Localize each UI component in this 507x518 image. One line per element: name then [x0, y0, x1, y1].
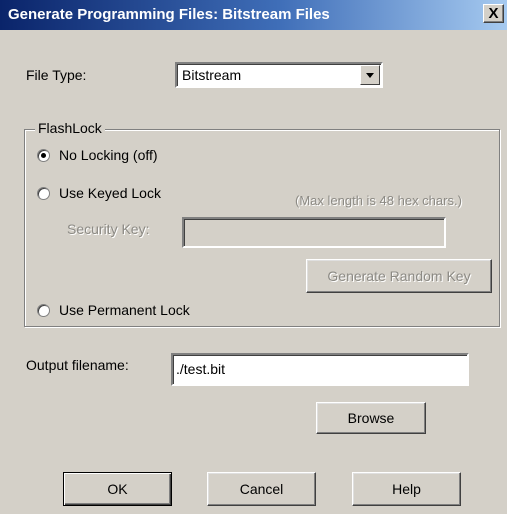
output-filename-value: ./test.bit	[176, 361, 226, 377]
window-title: Generate Programming Files: Bitstream Fi…	[8, 6, 330, 23]
radio-permanent-lock-label[interactable]: Use Permanent Lock	[59, 302, 190, 318]
max-length-note: (Max length is 48 hex chars.)	[295, 193, 462, 208]
security-key-input[interactable]	[182, 217, 446, 248]
output-filename-input[interactable]: ./test.bit	[171, 353, 469, 386]
radio-no-locking[interactable]	[37, 149, 50, 162]
radio-keyed-lock[interactable]	[37, 187, 50, 200]
title-bar[interactable]: Generate Programming Files: Bitstream Fi…	[0, 0, 507, 30]
help-button[interactable]: Help	[352, 472, 461, 506]
close-button[interactable]: X	[483, 4, 504, 23]
help-button-label: Help	[392, 481, 421, 497]
radio-no-locking-label[interactable]: No Locking (off)	[59, 147, 158, 163]
generate-random-key-label: Generate Random Key	[327, 268, 471, 284]
browse-button-label: Browse	[347, 410, 395, 426]
ok-button-label: OK	[107, 481, 128, 497]
file-type-value: Bitstream	[182, 67, 242, 83]
window-bottom-edge	[0, 514, 507, 518]
cancel-button[interactable]: Cancel	[207, 472, 316, 506]
file-type-dropdown[interactable]: Bitstream	[175, 62, 383, 88]
close-icon: X	[488, 5, 499, 22]
file-type-label: File Type:	[26, 67, 87, 83]
browse-button[interactable]: Browse	[316, 402, 426, 434]
security-key-label: Security Key:	[67, 221, 150, 237]
dialog-window: Generate Programming Files: Bitstream Fi…	[0, 0, 507, 518]
ok-button[interactable]: OK	[63, 472, 172, 506]
cancel-button-label: Cancel	[239, 481, 284, 497]
generate-random-key-button[interactable]: Generate Random Key	[306, 259, 492, 293]
output-filename-label: Output filename:	[26, 357, 129, 373]
radio-permanent-lock[interactable]	[37, 304, 50, 317]
flashlock-group-label: FlashLock	[35, 120, 105, 136]
chevron-down-icon[interactable]	[360, 65, 380, 85]
radio-keyed-lock-label[interactable]: Use Keyed Lock	[59, 185, 161, 201]
